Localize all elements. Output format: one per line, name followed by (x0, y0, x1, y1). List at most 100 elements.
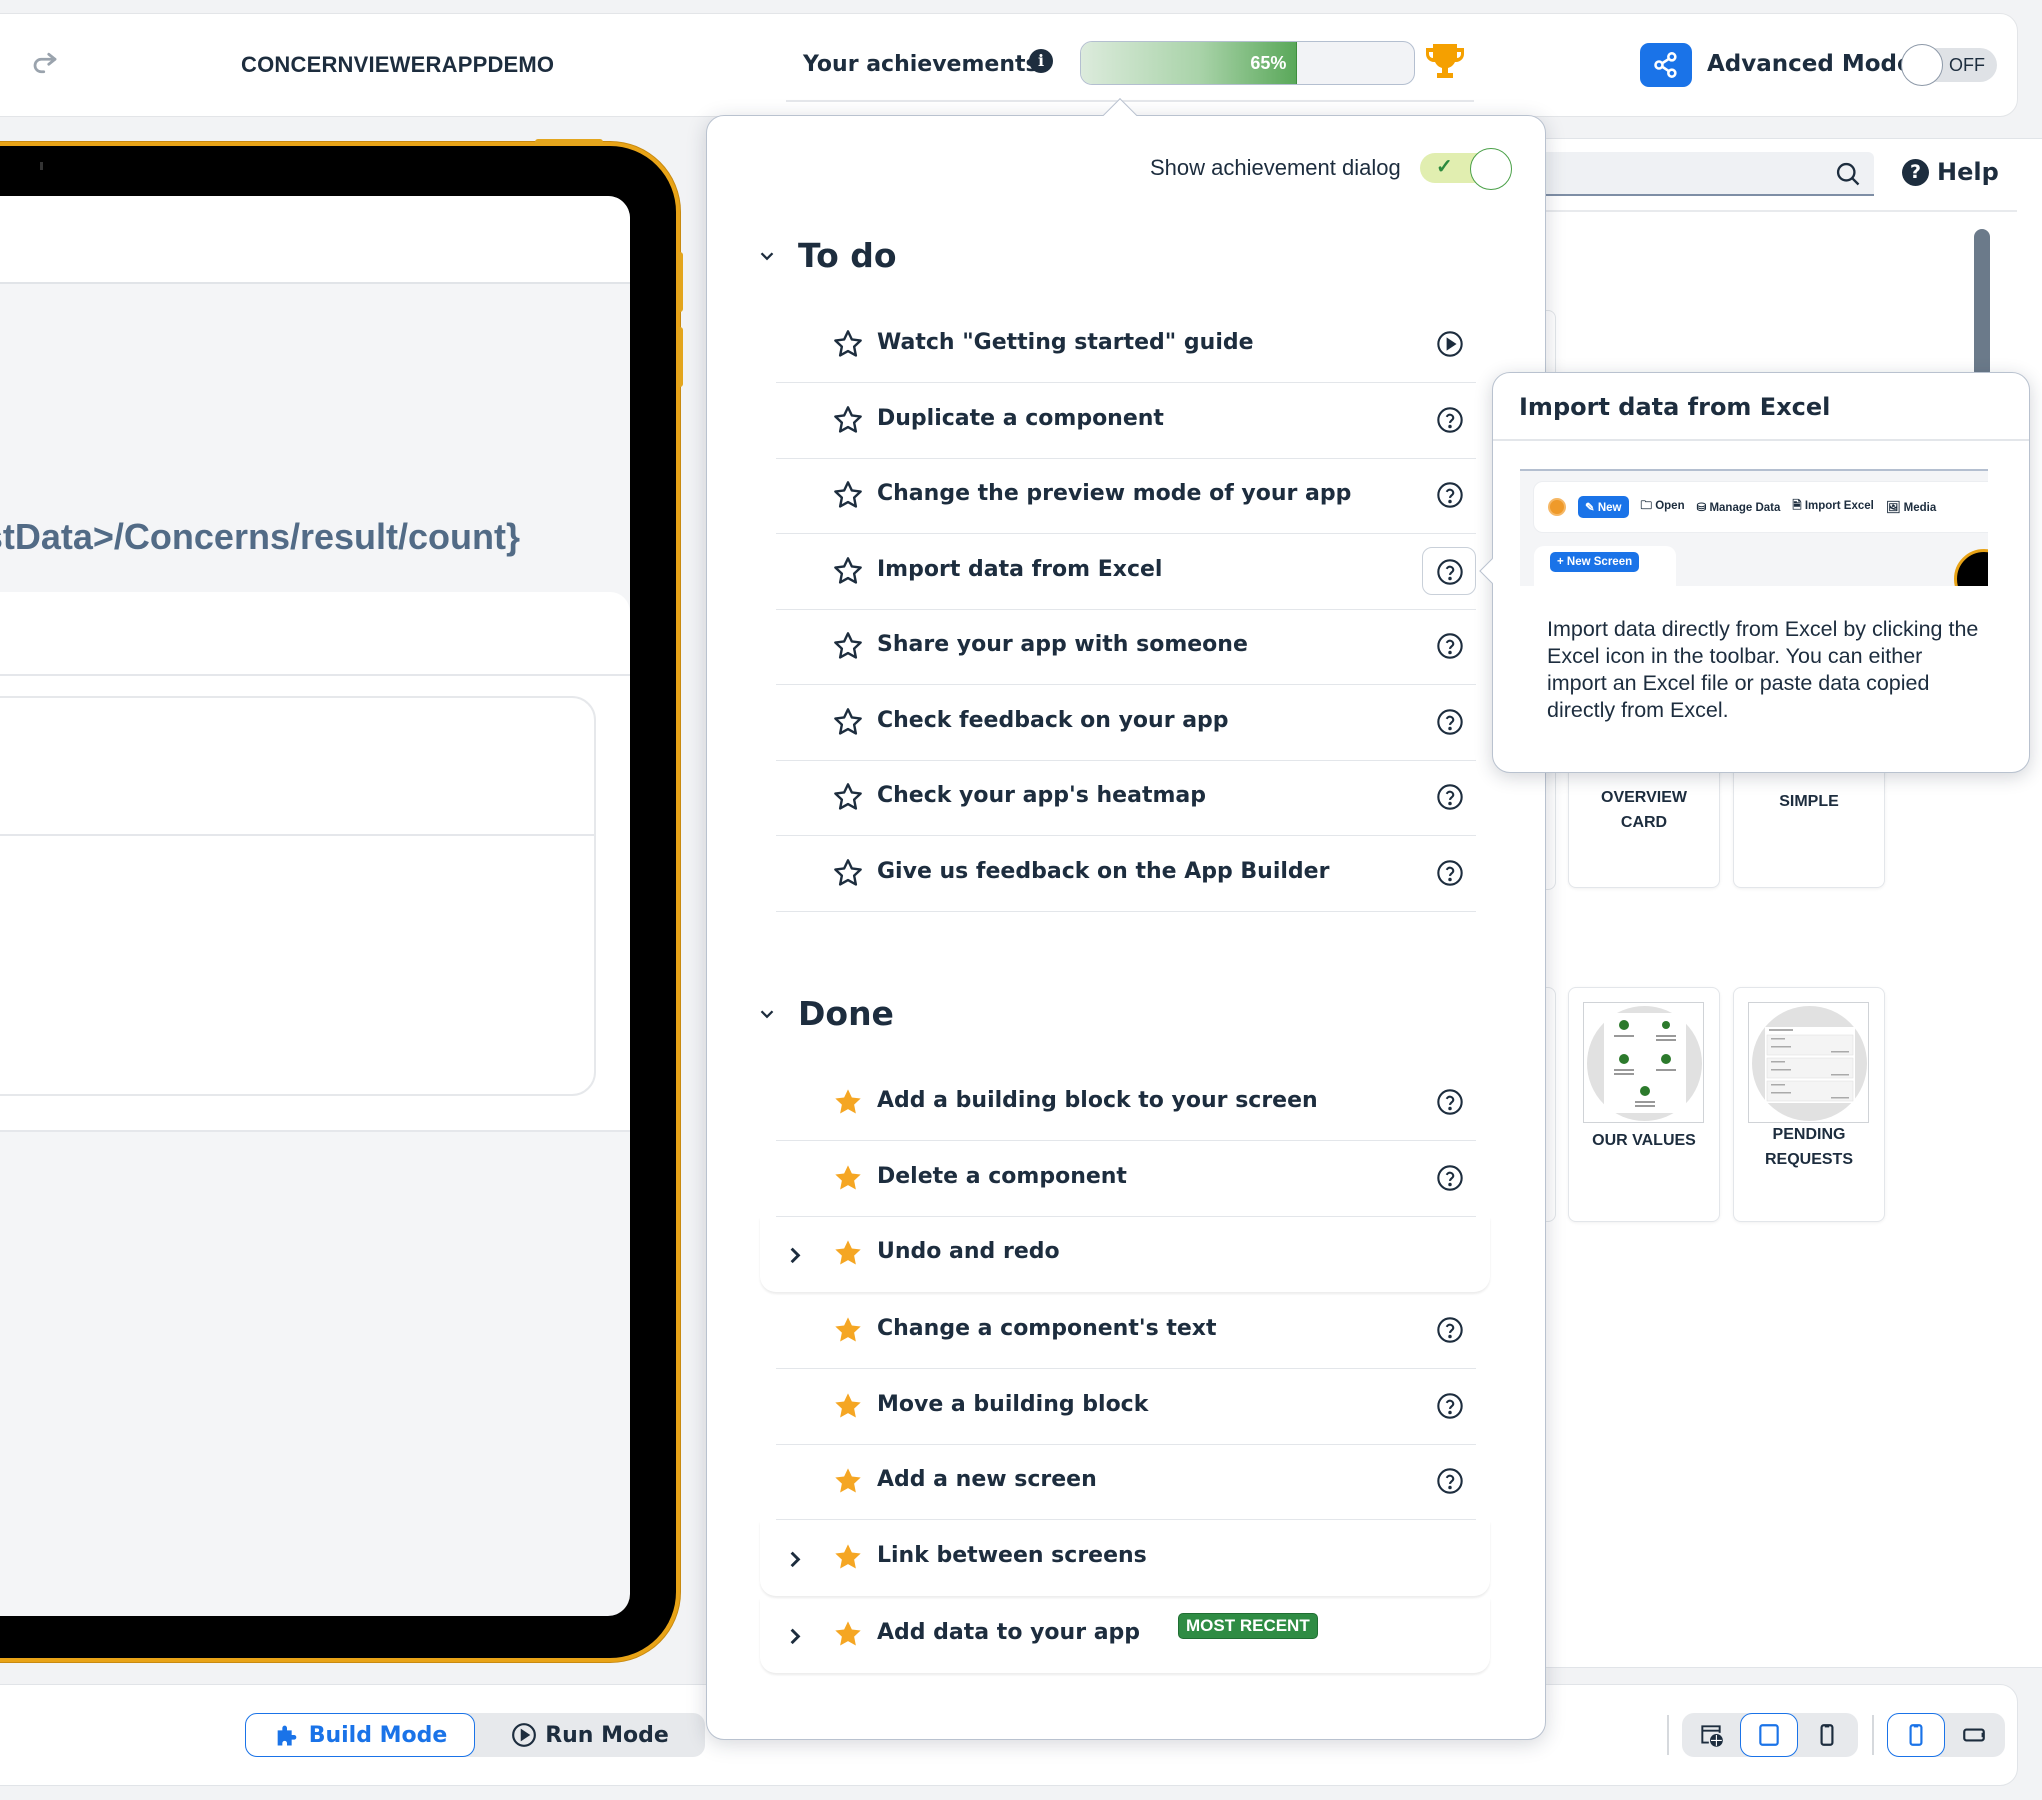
building-block-card[interactable]: OUR VALUES (1568, 987, 1720, 1222)
task-label: Undo and redo (877, 1239, 1060, 1264)
phone-icon (1820, 1724, 1834, 1746)
done-item[interactable]: Add a new screen (776, 1445, 1476, 1520)
star-outline-icon (832, 404, 864, 436)
todo-item[interactable]: Duplicate a component (776, 384, 1476, 459)
question-circle-icon[interactable] (1436, 406, 1464, 434)
search-icon[interactable] (1834, 160, 1862, 188)
task-label: Import data from Excel (877, 556, 1163, 582)
task-label: Move a building block (877, 1391, 1149, 1417)
question-circle-icon[interactable] (1436, 1467, 1464, 1495)
star-outline-icon (832, 706, 864, 738)
question-circle-icon[interactable] (1436, 783, 1464, 811)
task-label: Add data to your app (877, 1619, 1141, 1645)
run-mode-label: Run Mode (545, 1722, 669, 1748)
chevron-right-icon[interactable] (786, 1624, 804, 1646)
block-thumbnail (1583, 1002, 1704, 1123)
building-block-card[interactable]: PENDING REQUESTS (1733, 987, 1885, 1222)
info-icon[interactable]: i (1029, 49, 1053, 73)
play-circle-icon[interactable] (1436, 330, 1464, 358)
done-item[interactable]: Add a building block to your screen (776, 1066, 1476, 1141)
block-thumbnail (1748, 1002, 1869, 1123)
question-circle-icon[interactable] (1436, 1164, 1464, 1192)
binding-text: stData>/Concerns/result/count} (0, 516, 520, 557)
show-achievement-dialog-toggle[interactable]: ✓ (1420, 148, 1512, 190)
question-circle-icon[interactable] (1422, 546, 1476, 595)
landscape-icon (1963, 1728, 1985, 1742)
run-mode-button[interactable]: Run Mode (475, 1713, 705, 1757)
todo-item[interactable]: Check feedback on your app (776, 686, 1476, 761)
chevron-down-icon (760, 1009, 774, 1018)
question-circle-icon[interactable] (1436, 632, 1464, 660)
search-input[interactable] (1540, 152, 1874, 196)
task-label: Delete a component (877, 1163, 1127, 1189)
todo-item[interactable]: Give us feedback on the App Builder (776, 837, 1476, 912)
puzzle-icon (277, 1725, 297, 1746)
portrait-button[interactable] (1887, 1713, 1945, 1757)
question-circle-icon[interactable] (1436, 1316, 1464, 1344)
tablet-top-button (535, 139, 603, 145)
tooltip-body: Import data directly from Excel by click… (1547, 617, 1979, 722)
todo-item[interactable]: Watch "Getting started" guide (776, 308, 1476, 383)
landscape-button[interactable] (1945, 1713, 2003, 1757)
tablet-preview-frame: stData>/Concerns/result/count} (0, 142, 680, 1662)
import-excel-tooltip: Import data from Excel ✎ New 🗀 Open ⛁ Ma… (1492, 372, 2030, 773)
task-label: Check your app's heatmap (877, 783, 1206, 808)
task-label: Link between screens (877, 1542, 1147, 1568)
preview-media: 🖼 Media (1885, 502, 1937, 514)
most-recent-badge: MOST RECENT (1178, 1612, 1318, 1639)
divider (1667, 1715, 1669, 1755)
tablet-device-button[interactable] (1740, 1713, 1798, 1757)
star-outline-icon (832, 555, 864, 587)
star-outline-icon (832, 479, 864, 511)
chevron-right-icon[interactable] (786, 1243, 804, 1265)
list-card[interactable] (0, 696, 596, 1096)
chevron-right-icon[interactable] (786, 1547, 804, 1569)
question-circle-icon[interactable] (1436, 1392, 1464, 1420)
screen-header (0, 196, 630, 284)
done-item[interactable]: Undo and redo (760, 1217, 1490, 1292)
tablet-volume-down (678, 327, 683, 387)
advanced-mode-icon[interactable] (1640, 43, 1692, 87)
tablet-volume-up (678, 252, 683, 312)
done-item[interactable]: Change a component's text (776, 1294, 1476, 1369)
done-item[interactable]: Delete a component (776, 1142, 1476, 1217)
done-item[interactable]: Add data to your app MOST RECENT (760, 1598, 1490, 1673)
todo-item[interactable]: Share your app with someone (776, 610, 1476, 685)
done-section-header[interactable]: Done (756, 994, 894, 1033)
tablet-camera (40, 162, 43, 170)
question-circle-icon[interactable] (1436, 1088, 1464, 1116)
advanced-mode-toggle[interactable]: OFF (1901, 44, 1997, 86)
done-title: Done (798, 994, 894, 1033)
todo-item[interactable]: Check your app's heatmap (776, 761, 1476, 836)
web-preview-button[interactable] (1682, 1713, 1740, 1757)
progress-label: 65% (1250, 53, 1287, 73)
help-label: Help (1937, 158, 1999, 186)
achievements-label: Your achievements (803, 52, 1039, 77)
scrollbar[interactable] (1974, 229, 1990, 379)
progress-fill: 65% (1081, 42, 1298, 84)
question-circle-icon[interactable] (1436, 859, 1464, 887)
todo-item[interactable]: Import data from Excel (776, 535, 1476, 610)
build-mode-button[interactable]: Build Mode (245, 1713, 475, 1757)
star-filled-icon (832, 1314, 864, 1346)
redo-icon[interactable] (30, 48, 60, 78)
divider (1493, 439, 2029, 441)
task-label: Watch "Getting started" guide (877, 330, 1254, 355)
portrait-icon (1909, 1724, 1923, 1746)
trophy-icon[interactable] (1420, 38, 1470, 86)
question-circle-icon[interactable] (1436, 481, 1464, 509)
task-label: Check feedback on your app (877, 707, 1229, 733)
tooltip-preview-image: ✎ New 🗀 Open ⛁ Manage Data 🗎 Import Exce… (1520, 469, 1988, 586)
phone-device-button[interactable] (1798, 1713, 1856, 1757)
screen-card[interactable] (0, 592, 630, 1132)
todo-item[interactable]: Change the preview mode of your app (776, 459, 1476, 534)
todo-section-header[interactable]: To do (756, 236, 897, 275)
help-button[interactable]: ? Help (1902, 158, 1999, 186)
task-label: Share your app with someone (877, 632, 1248, 657)
achievements-progress-bar[interactable]: 65% (1080, 41, 1415, 85)
question-circle-icon[interactable] (1436, 708, 1464, 736)
block-label: OUR VALUES (1592, 1132, 1696, 1149)
done-item[interactable]: Move a building block (776, 1370, 1476, 1445)
achievements-underline (786, 100, 1474, 102)
done-item[interactable]: Link between screens (760, 1521, 1490, 1596)
